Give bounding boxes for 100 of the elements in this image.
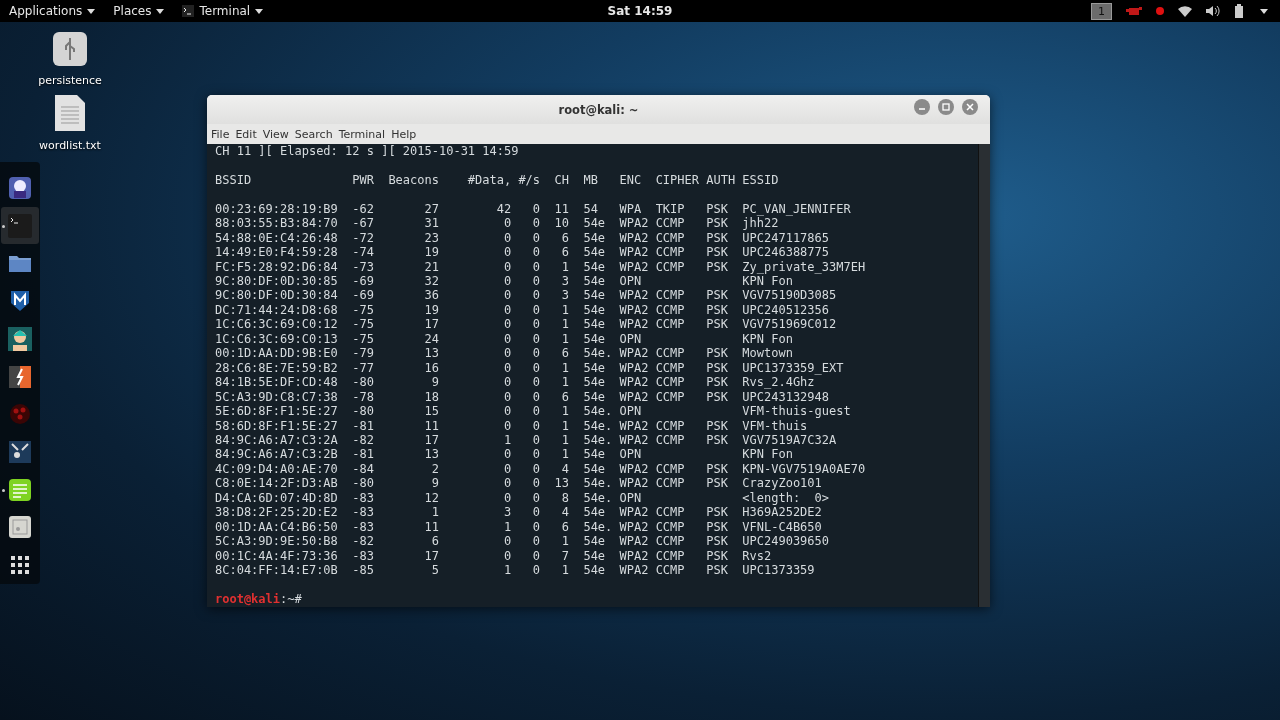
recording-dot-icon[interactable]	[1156, 7, 1164, 15]
auth-cell: PSK	[706, 519, 728, 535]
bssid-cell: 4C:09:D4:A0:AE:70	[215, 461, 338, 477]
essid-cell: CrazyZoo101	[742, 476, 822, 491]
bssid-cell: 58:6D:8F:F1:5E:27	[215, 418, 338, 433]
cipher-cell: TKIP	[655, 201, 685, 217]
bssid-cell: 84:1B:5E:DF:CD:48	[215, 375, 338, 390]
rate-cell: 0	[532, 461, 541, 477]
channel-cell: 1	[561, 360, 569, 376]
essid-cell: VFNL-C4B650	[742, 519, 822, 535]
menu-item[interactable]: Help	[388, 127, 420, 141]
caret-icon	[255, 8, 264, 14]
beacons-cell: 19	[424, 302, 439, 318]
bssid-cell: 9C:80:DF:0D:30:84	[215, 288, 338, 303]
rate-cell: 0	[532, 490, 541, 506]
battery-icon[interactable]	[1234, 4, 1246, 18]
essid-cell: KPN Fon	[742, 447, 793, 462]
top-menu[interactable]: Places	[104, 0, 174, 22]
channel-cell: 8	[561, 490, 569, 506]
minimize-button[interactable]	[914, 99, 930, 115]
desktop-icon-label[interactable]: persistence	[38, 74, 102, 87]
scrollbar[interactable]	[978, 144, 990, 607]
top-menu[interactable]: Applications	[0, 0, 105, 22]
data-cell: 0	[503, 389, 512, 405]
maximize-button[interactable]	[938, 99, 954, 115]
auth-cell: PSK	[706, 563, 728, 578]
rate-cell: 0	[532, 389, 541, 405]
beacons-cell: 15	[424, 404, 439, 419]
figure-icon[interactable]	[8, 326, 32, 351]
data-cell: 0	[503, 375, 512, 390]
desktop-icon-label[interactable]: wordlist.txt	[39, 139, 101, 152]
close-button[interactable]	[962, 99, 978, 115]
beacons-cell: 9	[431, 476, 439, 491]
prompt-path: :~#	[280, 592, 302, 606]
usb-drive-icon[interactable]	[53, 32, 87, 66]
signal-cell: -80	[352, 476, 374, 491]
shield-icon[interactable]	[8, 289, 32, 314]
app-menu[interactable]: Terminal	[173, 0, 273, 22]
settings-icon[interactable]	[8, 515, 32, 540]
terminal-icon	[182, 5, 195, 17]
volume-icon[interactable]	[1206, 5, 1220, 17]
menu-item[interactable]: View	[259, 127, 292, 141]
speed-cell-text: 54e	[582, 360, 606, 376]
cipher-cell: CCMP	[655, 346, 685, 361]
channel-cell: 1	[561, 433, 569, 448]
essid-cell: Mowtown	[742, 346, 793, 361]
record-icon[interactable]	[1126, 6, 1142, 16]
auth-cell: PSK	[706, 375, 728, 390]
auth-cell: PSK	[706, 389, 728, 405]
menu-item[interactable]: Edit	[232, 127, 260, 141]
essid-cell: UPC246388775	[742, 245, 829, 260]
channel-cell: 1	[561, 331, 569, 347]
beacons-cell: 19	[424, 245, 439, 260]
encryption-cell: WPA2	[619, 389, 649, 405]
menu-item[interactable]: File	[208, 127, 233, 141]
essid-cell: PC_VAN_JENNIFER	[742, 201, 851, 217]
wifi-icon[interactable]	[1178, 5, 1192, 17]
rate-cell: 0	[532, 404, 541, 419]
bssid-cell: FC:F5:28:92:D6:84	[215, 259, 338, 275]
column-header: #Data,	[467, 172, 512, 188]
menu-item[interactable]: Terminal	[335, 127, 389, 141]
speed-cell-text: 54e	[582, 375, 606, 390]
signal-cell: -78	[352, 389, 374, 405]
data-cell: 0	[503, 534, 512, 549]
window-title: root@kali: ~	[558, 102, 639, 117]
rate-cell: 0	[532, 360, 541, 376]
data-cell: 42	[496, 201, 512, 217]
data-cell: 0	[503, 259, 512, 275]
speed-cell-text: 54e	[582, 302, 606, 318]
rate-cell: 0	[532, 519, 541, 535]
beacons-cell: 36	[424, 288, 439, 303]
channel-cell: 1	[561, 404, 569, 419]
cipher-cell: CCMP	[655, 519, 685, 535]
auth-cell: PSK	[706, 360, 728, 376]
speed-cell-text: 54e.	[582, 418, 613, 433]
signal-cell: -83	[352, 490, 374, 506]
essid-cell: H369A252DE2	[742, 505, 822, 520]
notes-icon[interactable]	[8, 477, 32, 502]
data-cell: 0	[503, 230, 512, 246]
menu-item[interactable]: Search	[291, 127, 336, 141]
clock[interactable]: Sat 14:59	[607, 4, 673, 18]
caret-icon	[1260, 8, 1268, 14]
cipher-cell: CCMP	[655, 433, 685, 448]
lightning-icon[interactable]	[8, 364, 32, 389]
encryption-cell: WPA2	[619, 230, 649, 246]
workspace-indicator[interactable]: 1	[1091, 2, 1112, 20]
speed-cell-text: 54	[582, 201, 598, 217]
beacons-cell: 17	[424, 433, 439, 448]
cipher-cell: CCMP	[655, 230, 685, 246]
text-file-icon[interactable]	[55, 95, 85, 131]
rate-cell: 0	[532, 216, 541, 231]
channel-cell: 6	[561, 389, 569, 405]
data-cell: 0	[503, 404, 512, 419]
cipher-cell: CCMP	[655, 245, 685, 260]
dots-icon[interactable]	[8, 402, 32, 427]
data-cell: 0	[503, 490, 512, 506]
beacons-cell: 17	[424, 317, 439, 332]
column-header: CH	[554, 172, 569, 188]
auth-cell: PSK	[706, 216, 728, 231]
cipher-cell: CCMP	[655, 317, 685, 332]
